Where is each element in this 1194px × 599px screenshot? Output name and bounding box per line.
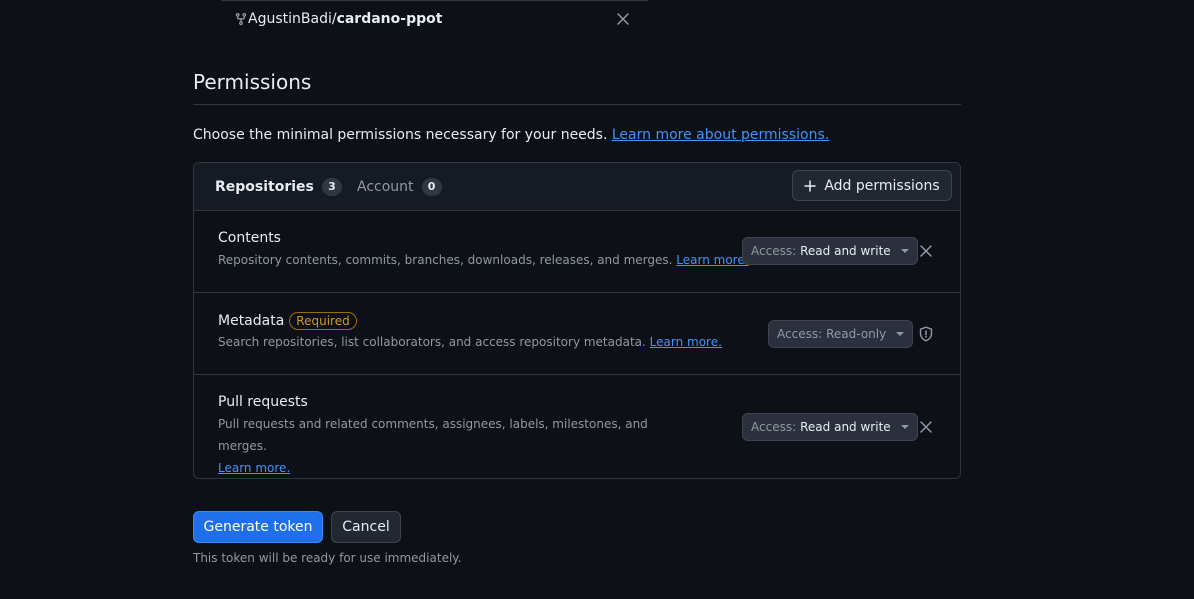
permission-name: Pull requests [218, 394, 308, 410]
learn-more-link[interactable]: Learn more. [676, 253, 748, 267]
access-value: Read and write [800, 420, 891, 434]
access-value: Read and write [800, 244, 891, 258]
permission-row-pull-requests: Pull requests Pull requests and related … [194, 375, 960, 478]
permission-name-group: Metadata Required [218, 312, 357, 330]
tab-repositories-counter: 3 [321, 178, 342, 196]
permissions-description: Choose the minimal permissions necessary… [193, 127, 829, 143]
tab-account[interactable]: Account 0 [357, 178, 442, 196]
permission-description-text: Pull requests and related comments, assi… [218, 417, 648, 453]
learn-more-permissions-link[interactable]: Learn more about permissions. [612, 127, 829, 143]
cancel-button[interactable]: Cancel [331, 511, 401, 543]
generate-token-button[interactable]: Generate token [193, 511, 323, 543]
permission-name: Metadata [218, 313, 285, 329]
permission-row-contents: Contents Repository contents, commits, b… [194, 211, 960, 293]
plus-icon [804, 179, 817, 192]
selected-repo-item: AgustinBadi/cardano-ppot [221, 0, 648, 41]
remove-permission-close-icon[interactable] [920, 421, 932, 433]
triangle-down-icon [896, 332, 905, 336]
permissions-description-text: Choose the minimal permissions necessary… [193, 127, 608, 143]
triangle-down-icon [900, 425, 909, 429]
permission-description: Repository contents, commits, branches, … [218, 249, 749, 271]
permission-description: Pull requests and related comments, assi… [218, 413, 688, 478]
repo-owner: AgustinBadi/ [248, 11, 337, 27]
tab-repositories[interactable]: Repositories 3 [215, 178, 342, 196]
remove-repo-close-icon[interactable] [617, 13, 629, 25]
access-label: Access: [751, 244, 797, 258]
repo-full-name: AgustinBadi/cardano-ppot [248, 11, 442, 27]
learn-more-link[interactable]: Learn more. [650, 335, 722, 349]
permission-description: Search repositories, list collaborators,… [218, 331, 722, 353]
permission-row-metadata: Metadata Required Search repositories, l… [194, 293, 960, 375]
remove-permission-close-icon[interactable] [920, 245, 932, 257]
triangle-down-icon [900, 249, 909, 253]
learn-more-link[interactable]: Learn more. [218, 461, 290, 475]
add-permissions-button[interactable]: Add permissions [792, 170, 952, 201]
add-permissions-label: Add permissions [824, 177, 940, 194]
permission-description-text: Repository contents, commits, branches, … [218, 253, 673, 267]
access-label: Access: [751, 420, 797, 434]
repo-forked-icon [235, 12, 247, 26]
access-dropdown[interactable]: Access: Read and write [742, 237, 918, 265]
required-badge: Required [289, 312, 357, 330]
permissions-panel: Repositories 3 Account 0 Add permissions… [193, 162, 961, 479]
tab-account-label: Account [357, 179, 414, 195]
access-label: Access: [777, 327, 823, 341]
repo-name: cardano-ppot [336, 11, 443, 27]
permission-name: Contents [218, 230, 281, 246]
access-dropdown: Access: Read-only [768, 320, 914, 348]
access-value: Read-only [826, 327, 887, 341]
permission-description-text: Search repositories, list collaborators,… [218, 335, 646, 349]
permissions-heading: Permissions [193, 70, 961, 105]
tab-repositories-label: Repositories [215, 179, 314, 195]
shield-lock-icon [919, 326, 933, 342]
permissions-panel-header: Repositories 3 Account 0 Add permissions [194, 163, 960, 211]
tab-account-counter: 0 [421, 178, 442, 196]
token-ready-note: This token will be ready for use immedia… [193, 551, 462, 565]
access-dropdown[interactable]: Access: Read and write [742, 413, 918, 441]
